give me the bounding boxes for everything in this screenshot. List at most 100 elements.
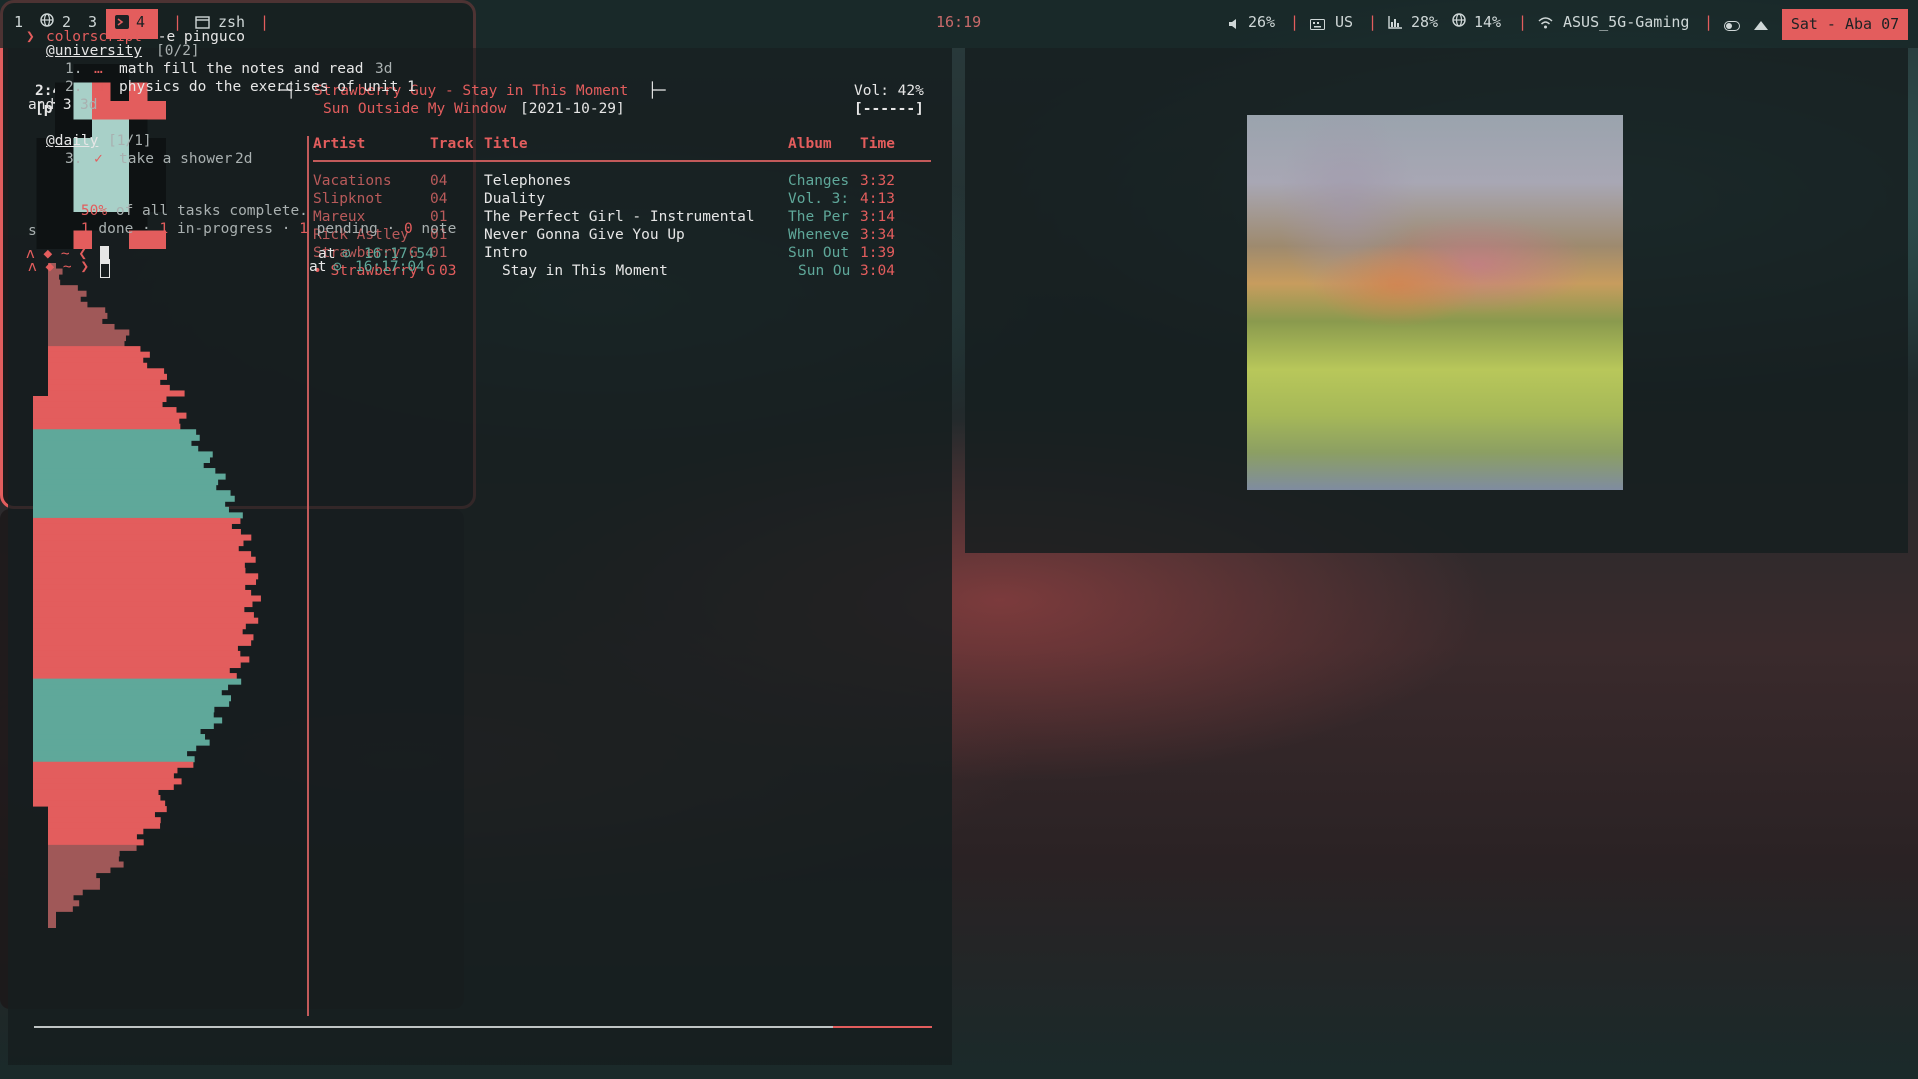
- task-2-text-wrap: and 3: [28, 97, 72, 113]
- task-3-text: take a shower: [119, 151, 233, 167]
- visualizer-bar: [33, 783, 174, 790]
- visualizer-bar: [33, 634, 254, 641]
- visualizer-bar: [48, 279, 61, 286]
- visualizer-bar: [48, 872, 97, 879]
- prompt-arrow: ❯: [26, 29, 35, 45]
- visualizer-bar: [33, 573, 259, 580]
- row-title: Duality: [484, 191, 546, 207]
- visualizer-bar: [33, 423, 181, 430]
- visualizer-bar: [48, 323, 115, 330]
- terminal-cursor[interactable]: [100, 259, 110, 278]
- row-album: Sun Out: [788, 245, 850, 261]
- task-2-num: 2.: [65, 79, 83, 95]
- visualizer-bar: [33, 606, 245, 613]
- visualizer-bar: [48, 817, 161, 824]
- visualizer-bar: [48, 833, 137, 840]
- visualizer-bar: [33, 750, 188, 757]
- visualizer-bar: [33, 778, 182, 785]
- row-album: The Per: [788, 209, 850, 225]
- visualizer-bar: [48, 839, 144, 846]
- visualizer-bar: [33, 551, 252, 558]
- visualizer-bar: [48, 922, 56, 928]
- row-time: 3:34: [860, 227, 895, 243]
- visualizer-bar: [33, 717, 223, 724]
- toggle-icon[interactable]: [1724, 17, 1740, 35]
- task-1-age: 3d: [375, 61, 393, 77]
- row-title: Telephones: [484, 173, 572, 189]
- row-title: Intro: [484, 245, 528, 261]
- task-3-num: 3.: [65, 151, 83, 167]
- keyboard-icon: [1310, 16, 1325, 34]
- task-1-text: math fill the notes and read: [119, 61, 364, 77]
- visualizer-bar: [48, 301, 88, 308]
- visualizer-bar: [33, 728, 201, 735]
- visualizer-bar: [33, 722, 214, 729]
- col-header-track[interactable]: Track: [430, 136, 474, 152]
- col-header-album[interactable]: Album: [788, 136, 832, 152]
- visualizer-bar: [33, 795, 161, 802]
- visualizer-bar: [33, 589, 252, 596]
- visualizer-bar: [33, 407, 177, 414]
- arrow-up-icon[interactable]: [1754, 16, 1768, 34]
- inprogress-label: in-progress ·: [168, 221, 300, 237]
- visualizer-bar: [48, 850, 120, 857]
- visualizer-bar: [33, 434, 200, 441]
- keyboard-layout: US: [1335, 13, 1354, 31]
- visualizer-bar: [48, 822, 161, 829]
- visualizer-bar: [48, 384, 170, 391]
- volume-icon[interactable]: [1228, 16, 1240, 34]
- row-track: 04: [430, 173, 448, 189]
- visualizer-bar: [48, 806, 167, 813]
- visualizer-bar: [33, 706, 215, 713]
- visualizer-bar: [33, 440, 192, 447]
- visualizer-bar: [33, 512, 243, 519]
- visualizer-bar: [33, 578, 257, 585]
- workspace-1[interactable]: 1: [14, 13, 23, 31]
- visualizer-bar: [33, 412, 187, 419]
- notes-label-wrap: s: [28, 223, 37, 239]
- date-pill[interactable]: Sat - Aba 07: [1782, 9, 1908, 40]
- col-header-artist[interactable]: Artist: [313, 136, 365, 152]
- prompt-symbols: ʌ ◆ ~ ❯: [28, 259, 90, 275]
- visualizer-bar: [33, 556, 256, 563]
- visualizer-bar: [48, 296, 81, 303]
- painting-image: [1247, 115, 1623, 490]
- visualizer-bar: [33, 584, 246, 591]
- col-header-title[interactable]: Title: [484, 136, 528, 152]
- wifi-ssid: ASUS_5G-Gaming: [1563, 13, 1690, 31]
- memory-icon: [1452, 13, 1466, 31]
- row-title: The Perfect Girl - Instrumental: [484, 209, 755, 225]
- visualizer-bar: [33, 506, 229, 513]
- bar-separator: |: [1704, 13, 1714, 31]
- cpu-usage: 28%: [1411, 13, 1439, 31]
- notes-count: 0: [403, 221, 413, 237]
- progress-track[interactable]: [34, 1026, 932, 1028]
- visualizer-bar: [48, 390, 185, 397]
- col-header-time[interactable]: Time: [860, 136, 895, 152]
- visualizer-bar: [33, 623, 246, 630]
- visualizer-bar: [33, 468, 216, 475]
- visualizer-bar: [33, 617, 259, 624]
- wifi-icon[interactable]: [1538, 15, 1553, 33]
- visualizer-bar: [48, 911, 56, 918]
- visualizer-bar: [33, 451, 213, 458]
- visualizer-bar: [33, 772, 174, 779]
- visualizer-bar: [33, 479, 219, 486]
- visualizer-bar: [33, 456, 210, 463]
- visualizer-bar: [33, 595, 261, 602]
- visualizer-bar: [33, 628, 243, 635]
- visualizer-bar: [33, 656, 250, 663]
- row-artist: Vacations: [313, 173, 392, 189]
- task-2-text: physics do the exercises of unit 1: [119, 79, 416, 95]
- visualizer-bar: [48, 811, 155, 818]
- visualizer-bar: [33, 756, 195, 763]
- visualizer-bar: [48, 889, 83, 896]
- visualizer-bar: [33, 645, 238, 652]
- visualizer-bar: [33, 567, 246, 574]
- visualizer-bar: [33, 545, 239, 552]
- visualizer-bar: [48, 828, 144, 835]
- row-album: Vol. 3:: [788, 191, 850, 207]
- visualizer-bar: [48, 894, 74, 901]
- row-album: Sun Ou: [798, 263, 851, 279]
- visualizer-bar: [33, 612, 254, 619]
